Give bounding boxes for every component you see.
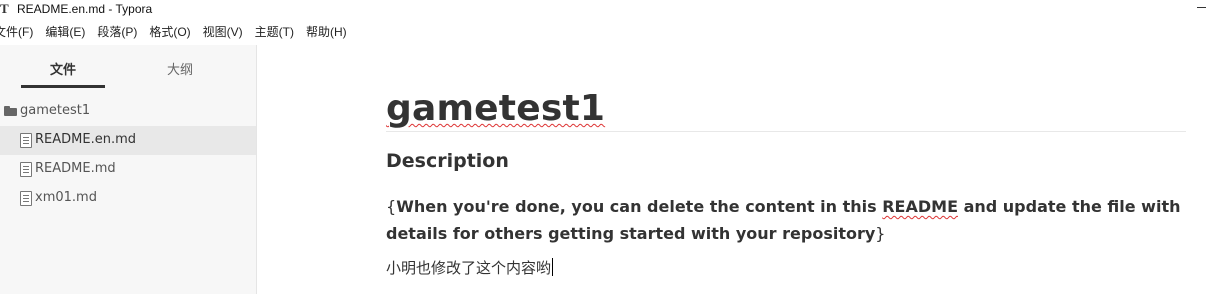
menu-view[interactable]: 视图(V) [203, 22, 243, 42]
menu-edit[interactable]: 编辑(E) [45, 22, 85, 42]
tab-outline[interactable]: 大纲 [138, 59, 222, 78]
close-brace: } [875, 224, 886, 243]
menu-file[interactable]: 文件(F) [0, 22, 33, 42]
para2-text: 小明也修改了这个内容哟 [386, 259, 552, 277]
document-paragraph[interactable]: {When you're done, you can delete the co… [386, 193, 1186, 247]
tab-files[interactable]: 文件 [21, 59, 105, 78]
active-tab-indicator [21, 85, 105, 88]
heading-divider [386, 131, 1186, 132]
typora-app-icon: T [0, 1, 9, 16]
open-brace: { [386, 197, 397, 216]
file-icon [20, 191, 32, 206]
sidebar: 文件 大纲 gametest1 README.en.md README.md x… [0, 45, 257, 294]
menu-bar: 文件(F) 编辑(E) 段落(P) 格式(O) 视图(V) 主题(T) 帮助(H… [0, 22, 359, 42]
text-caret [552, 258, 554, 276]
file-label: README.en.md [35, 132, 136, 147]
sidebar-tabs: 文件 大纲 [0, 45, 256, 89]
file-item-readme[interactable]: README.md [0, 155, 256, 184]
file-item-xm01[interactable]: xm01.md [0, 184, 256, 213]
minimize-icon[interactable] [1196, 0, 1210, 14]
menu-help[interactable]: 帮助(H) [306, 22, 347, 42]
file-item-readme-en[interactable]: README.en.md [0, 126, 256, 155]
document-paragraph-2[interactable]: 小明也修改了这个内容哟 [386, 257, 554, 279]
menu-paragraph[interactable]: 段落(P) [97, 22, 137, 42]
title-bar: T README.en.md - Typora [0, 0, 1220, 20]
para-bold-readme: README [882, 197, 958, 216]
file-label: xm01.md [35, 190, 97, 205]
para-bold-1: When you're done, you can delete the con… [396, 197, 883, 216]
document-title[interactable]: gametest1 [386, 88, 605, 129]
menu-theme[interactable]: 主题(T) [255, 22, 294, 42]
document-title-text[interactable]: gametest1 [386, 88, 605, 129]
file-tree: gametest1 README.en.md README.md xm01.md [0, 97, 256, 213]
folder-label: gametest1 [20, 103, 91, 118]
folder-icon [4, 106, 17, 116]
file-icon [20, 162, 32, 177]
editor-area[interactable]: gametest1 Description {When you're done,… [257, 45, 1220, 294]
document-heading[interactable]: Description [386, 150, 509, 172]
file-label: README.md [35, 161, 116, 176]
menu-format[interactable]: 格式(O) [149, 22, 190, 42]
folder-item-gametest1[interactable]: gametest1 [0, 97, 256, 126]
window-title: README.en.md - Typora [17, 2, 153, 16]
file-icon [20, 133, 32, 148]
